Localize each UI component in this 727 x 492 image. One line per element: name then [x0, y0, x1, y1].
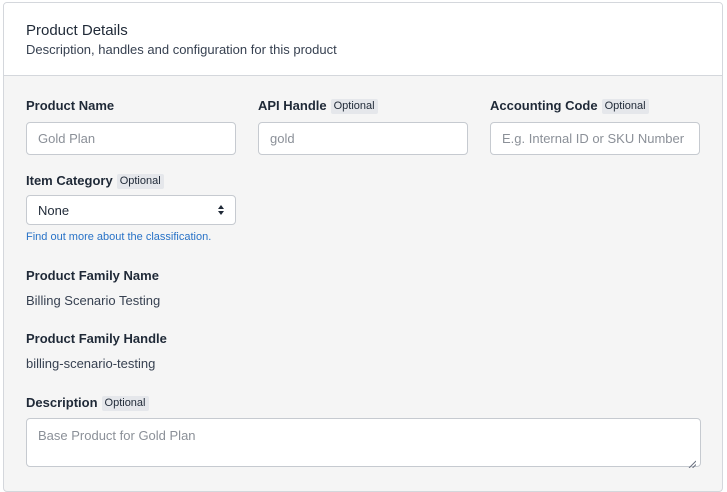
- optional-badge: Optional: [330, 98, 378, 114]
- product-details-panel: Product Details Description, handles and…: [3, 2, 723, 492]
- accounting-code-label: Accounting Code Optional: [490, 98, 700, 114]
- api-handle-field: API Handle Optional: [258, 98, 468, 155]
- product-family-name-label-text: Product Family Name: [26, 268, 159, 283]
- panel-header: Product Details Description, handles and…: [4, 3, 722, 76]
- product-family-name-field: Product Family Name Billing Scenario Tes…: [26, 268, 160, 309]
- accounting-code-field: Accounting Code Optional: [490, 98, 700, 155]
- description-label: Description Optional: [26, 395, 701, 411]
- product-family-name-label: Product Family Name: [26, 268, 160, 284]
- api-handle-label-text: API Handle: [258, 98, 327, 113]
- classification-help-link[interactable]: Find out more about the classification.: [26, 231, 236, 244]
- description-textarea-wrap: [26, 411, 701, 472]
- optional-badge: Optional: [116, 173, 164, 189]
- product-name-field: Product Name: [26, 98, 236, 155]
- optional-badge: Optional: [101, 395, 149, 411]
- item-category-select[interactable]: None: [26, 195, 236, 225]
- accounting-code-label-text: Accounting Code: [490, 98, 598, 113]
- product-name-label-text: Product Name: [26, 98, 115, 113]
- product-name-label: Product Name: [26, 98, 236, 114]
- item-category-label: Item Category Optional: [26, 173, 236, 189]
- panel-title: Product Details: [26, 22, 128, 39]
- api-handle-label: API Handle Optional: [258, 98, 468, 114]
- accounting-code-input[interactable]: [490, 122, 700, 155]
- description-field: Description Optional: [26, 395, 701, 472]
- product-family-handle-label: Product Family Handle: [26, 331, 167, 347]
- api-handle-input[interactable]: [258, 122, 468, 155]
- panel-subtitle: Description, handles and configuration f…: [26, 42, 337, 57]
- description-textarea[interactable]: [26, 418, 701, 467]
- product-family-handle-field: Product Family Handle billing-scenario-t…: [26, 331, 167, 372]
- product-family-name-value: Billing Scenario Testing: [26, 293, 161, 308]
- item-category-label-text: Item Category: [26, 173, 113, 188]
- description-label-text: Description: [26, 395, 98, 410]
- item-category-field: Item Category Optional None Find out mor…: [26, 173, 236, 244]
- optional-badge: Optional: [601, 98, 649, 114]
- product-name-input[interactable]: [26, 122, 236, 155]
- resize-grip-icon[interactable]: [688, 460, 696, 468]
- product-family-handle-value: billing-scenario-testing: [26, 356, 156, 371]
- item-category-selected-value: None: [38, 202, 70, 218]
- product-family-handle-label-text: Product Family Handle: [26, 331, 167, 346]
- updown-chevron-icon: [218, 205, 224, 215]
